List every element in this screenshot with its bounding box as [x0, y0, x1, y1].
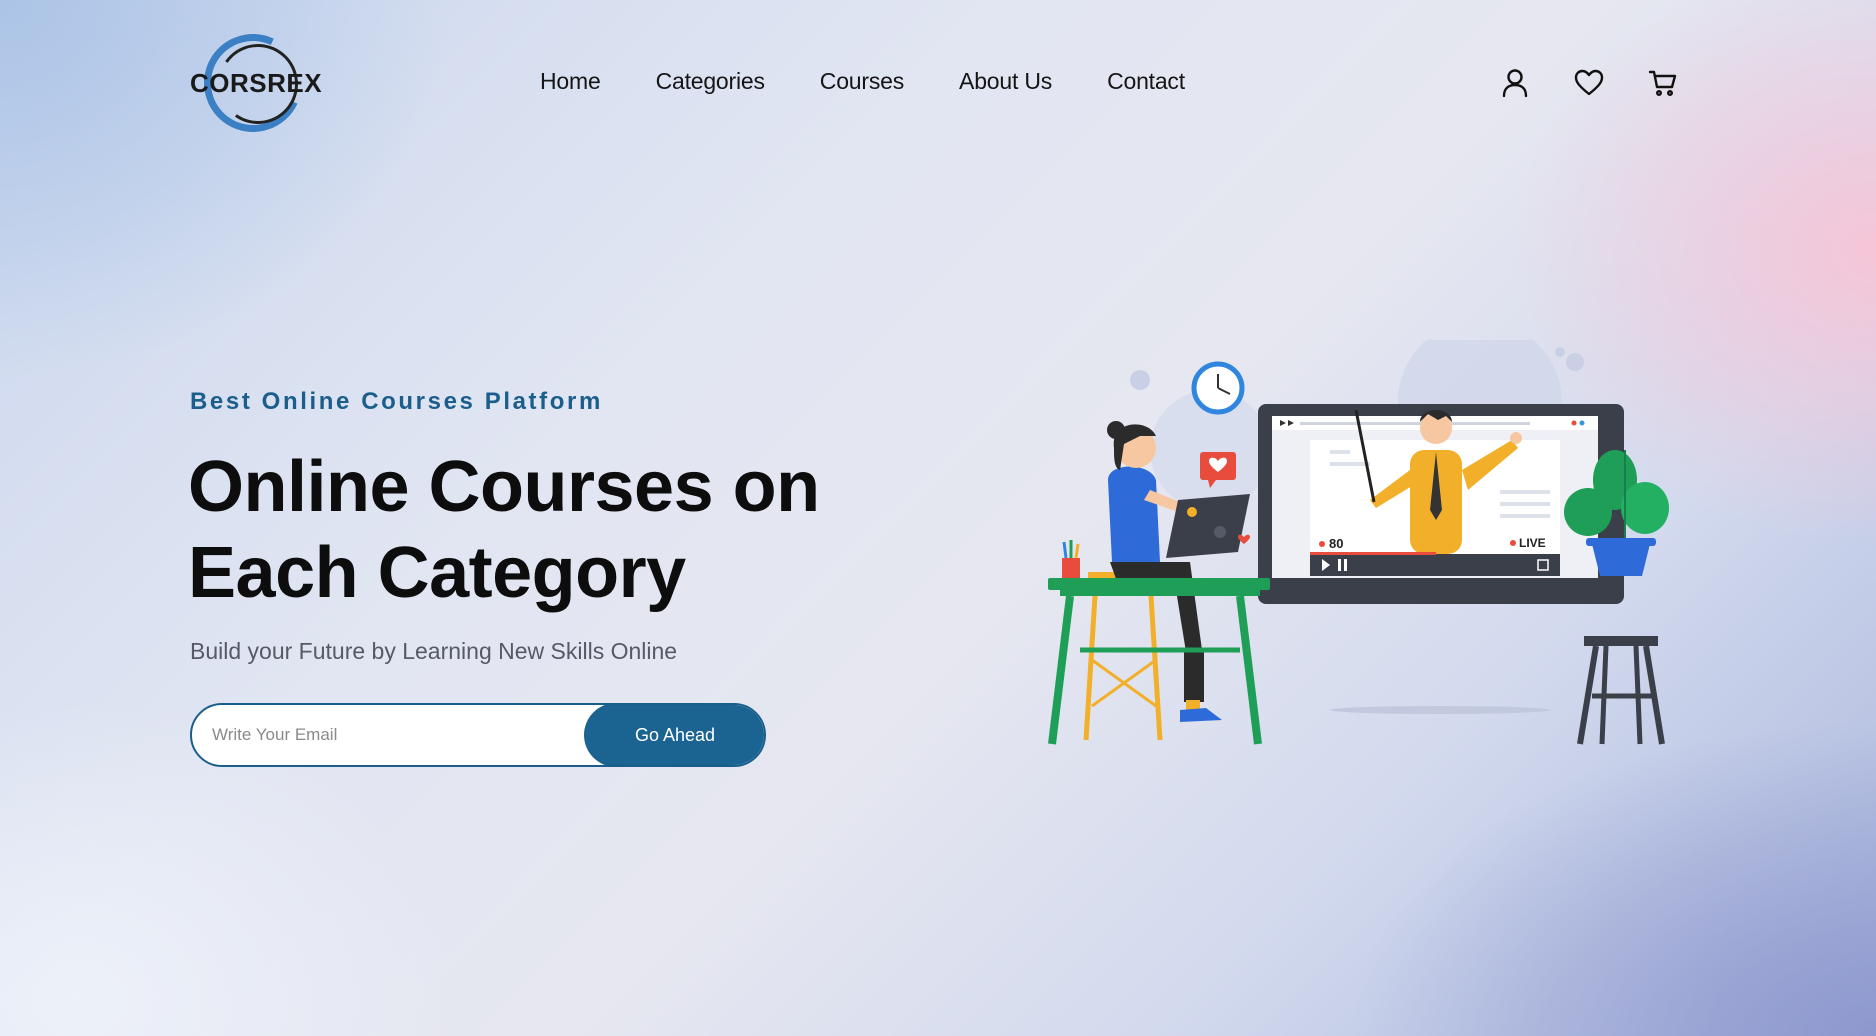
viewer-count: 80 — [1329, 536, 1343, 551]
hero-headline-line2: Each Category — [188, 533, 686, 613]
online-learning-illustration: 80 LIVE — [1048, 340, 1669, 745]
main-nav: Home Categories Courses About Us Contact — [540, 68, 1240, 95]
nav-courses[interactable]: Courses — [820, 68, 904, 95]
hero-eyebrow: Best Online Courses Platform — [190, 388, 603, 415]
header-icons — [1498, 66, 1720, 100]
nav-home[interactable]: Home — [540, 68, 601, 95]
go-ahead-button[interactable]: Go Ahead — [584, 705, 764, 765]
email-input[interactable] — [192, 705, 592, 765]
nav-contact[interactable]: Contact — [1107, 68, 1185, 95]
live-label: LIVE — [1519, 536, 1546, 550]
hero-headline-line1: Online Courses on — [188, 447, 820, 527]
hero-headline: Online Courses on Each Category — [188, 444, 948, 616]
cart-icon[interactable] — [1646, 66, 1680, 100]
heart-icon[interactable] — [1572, 66, 1606, 100]
nav-categories[interactable]: Categories — [656, 68, 765, 95]
nav-about-us[interactable]: About Us — [959, 68, 1052, 95]
hero-subtitle: Build your Future by Learning New Skills… — [190, 638, 678, 664]
logo[interactable]: CORSREX — [188, 20, 323, 146]
logo-text: CORSREX — [190, 68, 323, 98]
user-icon[interactable] — [1498, 66, 1532, 100]
email-subscribe-form: Go Ahead — [190, 703, 766, 767]
clock-icon — [1191, 361, 1245, 415]
